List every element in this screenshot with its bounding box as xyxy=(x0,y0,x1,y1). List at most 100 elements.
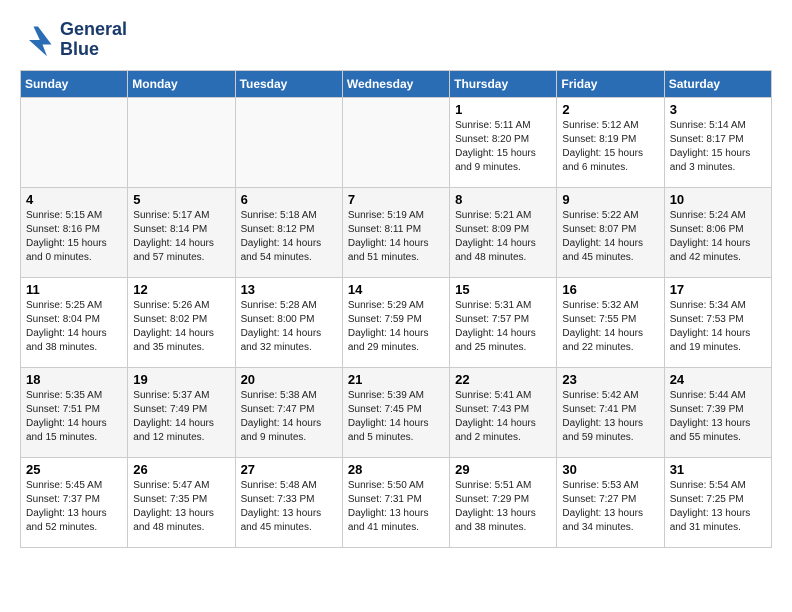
day-info: Sunrise: 5:11 AMSunset: 8:20 PMDaylight:… xyxy=(455,119,551,175)
calendar-cell: 15 Sunrise: 5:31 AMSunset: 7:57 PMDayligh… xyxy=(450,277,557,367)
calendar-cell: 8 Sunrise: 5:21 AMSunset: 8:09 PMDaylight… xyxy=(450,187,557,277)
day-number: 12 xyxy=(133,282,229,297)
week-row-2: 4 Sunrise: 5:15 AMSunset: 8:16 PMDaylight… xyxy=(21,187,772,277)
day-info: Sunrise: 5:39 AMSunset: 7:45 PMDaylight:… xyxy=(348,389,444,445)
day-info: Sunrise: 5:38 AMSunset: 7:47 PMDaylight:… xyxy=(241,389,337,445)
day-number: 7 xyxy=(348,192,444,207)
day-number: 31 xyxy=(670,462,766,477)
calendar-cell: 1 Sunrise: 5:11 AMSunset: 8:20 PMDaylight… xyxy=(450,97,557,187)
day-number: 11 xyxy=(26,282,122,297)
calendar-cell: 12 Sunrise: 5:26 AMSunset: 8:02 PMDayligh… xyxy=(128,277,235,367)
calendar-cell: 29Sunrise: 5:51 AMSunset: 7:29 PMDayligh… xyxy=(450,457,557,547)
day-info: Sunrise: 5:54 AMSunset: 7:25 PMDaylight:… xyxy=(670,479,766,535)
day-info: Sunrise: 5:21 AMSunset: 8:09 PMDaylight:… xyxy=(455,209,551,265)
day-info: Sunrise: 5:37 AMSunset: 7:49 PMDaylight:… xyxy=(133,389,229,445)
calendar-cell: 30Sunrise: 5:53 AMSunset: 7:27 PMDayligh… xyxy=(557,457,664,547)
week-row-3: 11 Sunrise: 5:25 AMSunset: 8:04 PMDayligh… xyxy=(21,277,772,367)
day-info: Sunrise: 5:48 AMSunset: 7:33 PMDaylight:… xyxy=(241,479,337,535)
day-info: Sunrise: 5:42 AMSunset: 7:41 PMDaylight:… xyxy=(562,389,658,445)
calendar-cell: 9 Sunrise: 5:22 AMSunset: 8:07 PMDaylight… xyxy=(557,187,664,277)
calendar-cell xyxy=(235,97,342,187)
calendar-cell: 18Sunrise: 5:35 AMSunset: 7:51 PMDayligh… xyxy=(21,367,128,457)
day-number: 3 xyxy=(670,102,766,117)
day-number: 16 xyxy=(562,282,658,297)
calendar-cell: 10Sunrise: 5:24 AMSunset: 8:06 PMDayligh… xyxy=(664,187,771,277)
day-number: 8 xyxy=(455,192,551,207)
day-number: 21 xyxy=(348,372,444,387)
day-number: 1 xyxy=(455,102,551,117)
day-info: Sunrise: 5:53 AMSunset: 7:27 PMDaylight:… xyxy=(562,479,658,535)
day-number: 20 xyxy=(241,372,337,387)
calendar-cell xyxy=(21,97,128,187)
day-info: Sunrise: 5:12 AMSunset: 8:19 PMDaylight:… xyxy=(562,119,658,175)
day-number: 5 xyxy=(133,192,229,207)
calendar-cell: 4 Sunrise: 5:15 AMSunset: 8:16 PMDaylight… xyxy=(21,187,128,277)
calendar-cell: 24 Sunrise: 5:44 AMSunset: 7:39 PMDayligh… xyxy=(664,367,771,457)
calendar-cell: 2Sunrise: 5:12 AMSunset: 8:19 PMDaylight… xyxy=(557,97,664,187)
day-info: Sunrise: 5:29 AMSunset: 7:59 PMDaylight:… xyxy=(348,299,444,355)
day-info: Sunrise: 5:24 AMSunset: 8:06 PMDaylight:… xyxy=(670,209,766,265)
day-number: 25 xyxy=(26,462,122,477)
day-info: Sunrise: 5:14 AMSunset: 8:17 PMDaylight:… xyxy=(670,119,766,175)
day-info: Sunrise: 5:41 AMSunset: 7:43 PMDaylight:… xyxy=(455,389,551,445)
calendar-cell: 20 Sunrise: 5:38 AMSunset: 7:47 PMDayligh… xyxy=(235,367,342,457)
weekday-header-friday: Friday xyxy=(557,70,664,97)
day-number: 24 xyxy=(670,372,766,387)
weekday-header-wednesday: Wednesday xyxy=(342,70,449,97)
logo-icon xyxy=(20,22,56,58)
logo-text: General Blue xyxy=(60,20,127,60)
calendar-cell: 21 Sunrise: 5:39 AMSunset: 7:45 PMDayligh… xyxy=(342,367,449,457)
day-number: 18 xyxy=(26,372,122,387)
day-info: Sunrise: 5:47 AMSunset: 7:35 PMDaylight:… xyxy=(133,479,229,535)
calendar-cell: 23 Sunrise: 5:42 AMSunset: 7:41 PMDayligh… xyxy=(557,367,664,457)
day-info: Sunrise: 5:15 AMSunset: 8:16 PMDaylight:… xyxy=(26,209,122,265)
weekday-header-sunday: Sunday xyxy=(21,70,128,97)
calendar-cell: 25Sunrise: 5:45 AMSunset: 7:37 PMDayligh… xyxy=(21,457,128,547)
day-info: Sunrise: 5:19 AMSunset: 8:11 PMDaylight:… xyxy=(348,209,444,265)
calendar-cell xyxy=(342,97,449,187)
calendar-cell: 26Sunrise: 5:47 AMSunset: 7:35 PMDayligh… xyxy=(128,457,235,547)
day-info: Sunrise: 5:32 AMSunset: 7:55 PMDaylight:… xyxy=(562,299,658,355)
weekday-header-tuesday: Tuesday xyxy=(235,70,342,97)
day-number: 22 xyxy=(455,372,551,387)
day-number: 28 xyxy=(348,462,444,477)
calendar-cell: 5 Sunrise: 5:17 AMSunset: 8:14 PMDaylight… xyxy=(128,187,235,277)
weekday-header-row: SundayMondayTuesdayWednesdayThursdayFrid… xyxy=(21,70,772,97)
logo: General Blue xyxy=(20,20,127,60)
day-info: Sunrise: 5:28 AMSunset: 8:00 PMDaylight:… xyxy=(241,299,337,355)
calendar-cell: 3 Sunrise: 5:14 AMSunset: 8:17 PMDaylight… xyxy=(664,97,771,187)
day-info: Sunrise: 5:17 AMSunset: 8:14 PMDaylight:… xyxy=(133,209,229,265)
calendar-cell: 19 Sunrise: 5:37 AMSunset: 7:49 PMDayligh… xyxy=(128,367,235,457)
page-header: General Blue xyxy=(20,20,772,60)
day-info: Sunrise: 5:51 AMSunset: 7:29 PMDaylight:… xyxy=(455,479,551,535)
week-row-4: 18Sunrise: 5:35 AMSunset: 7:51 PMDayligh… xyxy=(21,367,772,457)
day-info: Sunrise: 5:26 AMSunset: 8:02 PMDaylight:… xyxy=(133,299,229,355)
day-info: Sunrise: 5:31 AMSunset: 7:57 PMDaylight:… xyxy=(455,299,551,355)
week-row-5: 25Sunrise: 5:45 AMSunset: 7:37 PMDayligh… xyxy=(21,457,772,547)
day-info: Sunrise: 5:18 AMSunset: 8:12 PMDaylight:… xyxy=(241,209,337,265)
day-number: 23 xyxy=(562,372,658,387)
weekday-header-saturday: Saturday xyxy=(664,70,771,97)
day-number: 27 xyxy=(241,462,337,477)
day-info: Sunrise: 5:25 AMSunset: 8:04 PMDaylight:… xyxy=(26,299,122,355)
day-number: 4 xyxy=(26,192,122,207)
calendar-cell: 13 Sunrise: 5:28 AMSunset: 8:00 PMDayligh… xyxy=(235,277,342,367)
calendar: SundayMondayTuesdayWednesdayThursdayFrid… xyxy=(20,70,772,548)
day-number: 19 xyxy=(133,372,229,387)
day-info: Sunrise: 5:44 AMSunset: 7:39 PMDaylight:… xyxy=(670,389,766,445)
day-number: 6 xyxy=(241,192,337,207)
day-number: 9 xyxy=(562,192,658,207)
week-row-1: 1 Sunrise: 5:11 AMSunset: 8:20 PMDaylight… xyxy=(21,97,772,187)
day-number: 14 xyxy=(348,282,444,297)
calendar-cell: 22 Sunrise: 5:41 AMSunset: 7:43 PMDayligh… xyxy=(450,367,557,457)
calendar-cell: 28Sunrise: 5:50 AMSunset: 7:31 PMDayligh… xyxy=(342,457,449,547)
calendar-cell xyxy=(128,97,235,187)
day-number: 13 xyxy=(241,282,337,297)
calendar-cell: 11 Sunrise: 5:25 AMSunset: 8:04 PMDayligh… xyxy=(21,277,128,367)
weekday-header-monday: Monday xyxy=(128,70,235,97)
calendar-cell: 27 Sunrise: 5:48 AMSunset: 7:33 PMDayligh… xyxy=(235,457,342,547)
calendar-cell: 17Sunrise: 5:34 AMSunset: 7:53 PMDayligh… xyxy=(664,277,771,367)
day-number: 15 xyxy=(455,282,551,297)
day-info: Sunrise: 5:22 AMSunset: 8:07 PMDaylight:… xyxy=(562,209,658,265)
calendar-cell: 6 Sunrise: 5:18 AMSunset: 8:12 PMDaylight… xyxy=(235,187,342,277)
